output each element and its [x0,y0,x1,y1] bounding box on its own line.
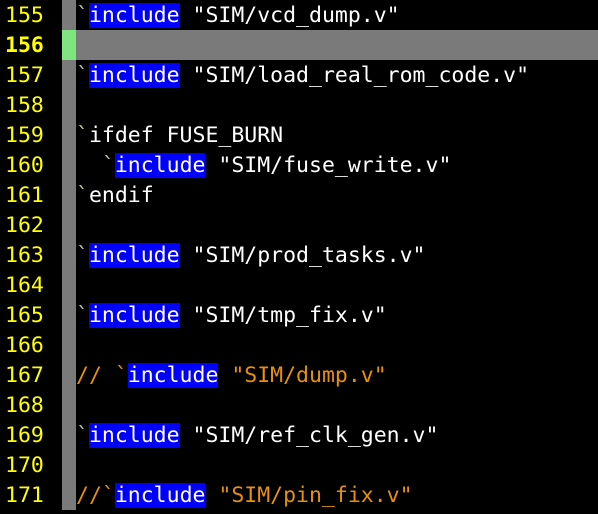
code-token: "SIM/prod_tasks.v" [179,242,426,268]
code-line[interactable]: 161 ` endif [0,180,598,210]
fold-column [62,240,76,270]
comment-text: // ` [76,362,128,388]
line-number: 159 [5,122,44,148]
code-text[interactable] [76,210,598,240]
code-token: "SIM/fuse_write.v" [205,152,452,178]
code-line[interactable]: 159 ` ifdef FUSE_BURN [0,120,598,150]
fold-column [62,480,76,510]
code-text[interactable]: ` include "SIM/tmp_fix.v" [76,300,598,330]
code-line[interactable]: 169 ` include "SIM/ref_clk_gen.v" [0,420,598,450]
include-keyword: include [88,62,180,88]
code-line[interactable]: 164 [0,270,598,300]
comment-text: //` [76,482,115,508]
code-text[interactable]: ` include "SIM/vcd_dump.v" [76,0,598,30]
code-token: "SIM/vcd_dump.v" [179,2,400,28]
code-line[interactable]: 156 [0,30,598,60]
code-token: ifdef FUSE_BURN [88,122,284,148]
code-token: ` [76,182,89,208]
code-text[interactable]: ` ifdef FUSE_BURN [76,120,598,150]
code-token: ` [76,62,89,88]
comment-text: "SIM/pin_fix.v" [205,482,413,508]
code-text[interactable] [76,390,598,420]
code-text[interactable] [76,30,598,60]
line-number: 171 [5,482,44,508]
fold-column [62,120,76,150]
line-number: 158 [5,92,44,118]
code-line[interactable]: 165 ` include "SIM/tmp_fix.v" [0,300,598,330]
line-number: 170 [5,452,44,478]
fold-column [62,450,76,480]
fold-column [62,90,76,120]
code-token: "SIM/tmp_fix.v" [179,302,387,328]
line-number: 160 [5,152,44,178]
include-keyword: include [127,362,219,388]
code-text[interactable]: //` include "SIM/pin_fix.v" [76,480,598,510]
include-keyword: include [88,422,180,448]
line-number: 164 [5,272,44,298]
code-line[interactable]: 163 ` include "SIM/prod_tasks.v" [0,240,598,270]
code-token: ` [76,302,89,328]
line-number: 168 [5,392,44,418]
code-line[interactable]: 160 ` include "SIM/fuse_write.v" [0,150,598,180]
fold-column [62,60,76,90]
line-number: 161 [5,182,44,208]
code-text[interactable]: ` include "SIM/fuse_write.v" [76,150,598,180]
code-line[interactable]: 158 [0,90,598,120]
line-number: 166 [5,332,44,358]
fold-column [62,270,76,300]
line-number: 156 [5,32,44,58]
include-keyword: include [88,242,180,268]
code-text[interactable]: ` include "SIM/load_real_rom_code.v" [76,60,598,90]
fold-column [62,150,76,180]
include-keyword: include [114,482,206,508]
code-text[interactable] [76,330,598,360]
code-text[interactable]: ` include "SIM/ref_clk_gen.v" [76,420,598,450]
cursor-marker [62,30,76,60]
code-line[interactable]: 170 [0,450,598,480]
line-number: 162 [5,212,44,238]
code-token: ` [76,122,89,148]
include-keyword: include [114,152,206,178]
code-editor[interactable]: 155 ` include "SIM/vcd_dump.v" 156 157 ` inclu… [0,0,598,514]
fold-column [62,360,76,390]
comment-text: "SIM/dump.v" [218,362,387,388]
include-keyword: include [88,302,180,328]
code-text[interactable]: ` endif [76,180,598,210]
code-token: ` [76,242,89,268]
code-line[interactable]: 157 ` include "SIM/load_real_rom_code.v" [0,60,598,90]
code-line[interactable]: 155 ` include "SIM/vcd_dump.v" [0,0,598,30]
code-token: "SIM/ref_clk_gen.v" [179,422,439,448]
line-number: 157 [5,62,44,88]
line-number: 165 [5,302,44,328]
code-line[interactable]: 171 //` include "SIM/pin_fix.v" [0,480,598,510]
code-line[interactable]: 162 [0,210,598,240]
code-text[interactable] [76,450,598,480]
code-line[interactable]: 167 // ` include "SIM/dump.v" [0,360,598,390]
fold-column [62,0,76,30]
line-number: 167 [5,362,44,388]
fold-column [62,300,76,330]
line-number: 163 [5,242,44,268]
fold-column [62,420,76,450]
line-number: 155 [5,2,44,28]
code-line[interactable]: 166 [0,330,598,360]
code-token: endif [88,182,154,208]
include-keyword: include [88,2,180,28]
code-text[interactable]: ` include "SIM/prod_tasks.v" [76,240,598,270]
code-text[interactable] [76,90,598,120]
code-token: ` [76,152,115,178]
line-number: 169 [5,422,44,448]
code-token: ` [76,2,89,28]
code-text[interactable] [76,270,598,300]
fold-column [62,210,76,240]
code-token: ` [76,422,89,448]
code-token: "SIM/load_real_rom_code.v" [179,62,530,88]
fold-column [62,390,76,420]
fold-column [62,180,76,210]
code-text[interactable]: // ` include "SIM/dump.v" [76,360,598,390]
fold-column [62,330,76,360]
code-line[interactable]: 168 [0,390,598,420]
